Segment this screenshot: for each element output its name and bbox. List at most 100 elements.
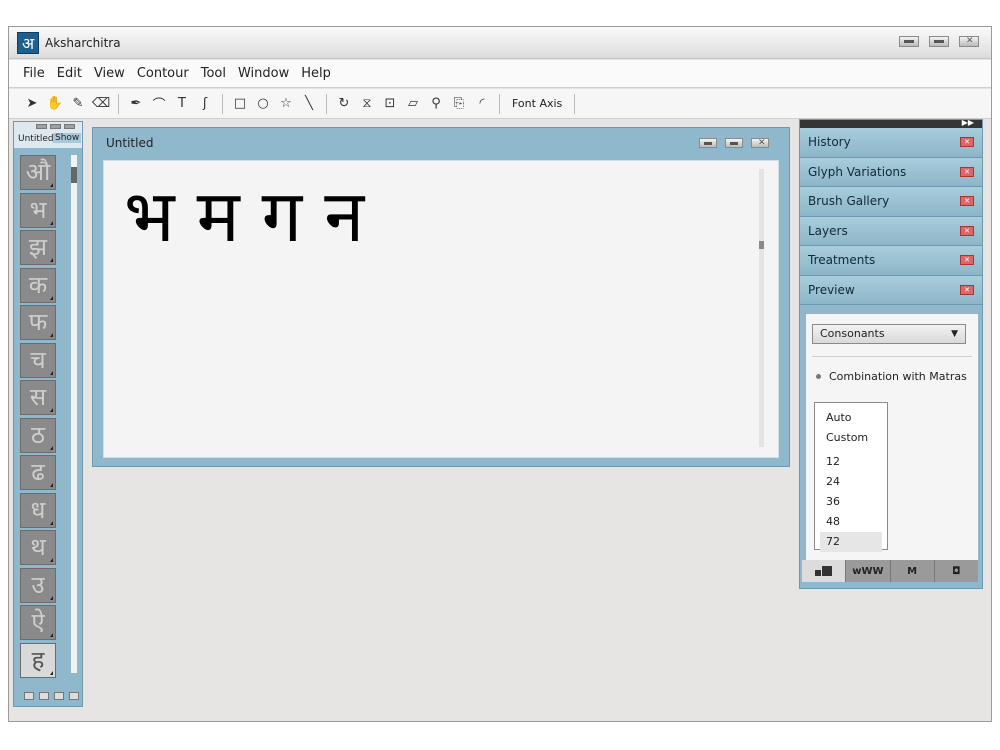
glyph-panel-scrollbar[interactable]	[71, 155, 77, 673]
section-close-button[interactable]: ✕	[960, 225, 974, 236]
block-view-button[interactable]	[802, 560, 846, 582]
glyph-cell[interactable]: ध	[20, 492, 56, 528]
square-view-button[interactable]: ◘	[933, 560, 978, 582]
glyph-cell[interactable]: च	[20, 342, 56, 378]
m-view-button[interactable]: M	[889, 560, 934, 582]
chart-icon[interactable]	[39, 692, 49, 700]
small-size-icon[interactable]	[24, 692, 34, 700]
line-tool-icon[interactable]: ╲	[300, 95, 318, 113]
divider	[812, 356, 972, 357]
preview-mode-bar: wWW M ◘	[802, 560, 978, 582]
hand-tool-icon[interactable]: ✋	[46, 95, 64, 113]
hook-stroke-tool-icon[interactable]: ʃ	[196, 95, 214, 113]
canvas-text[interactable]: भमगन	[124, 161, 386, 271]
glyph-cell-selected[interactable]: ह	[20, 642, 56, 678]
section-preview[interactable]: Preview ✕	[800, 275, 982, 305]
ellipse-tool-icon[interactable]: ○	[254, 95, 272, 113]
size-option[interactable]: 12	[820, 452, 882, 472]
skew-tool-icon[interactable]: ▱	[404, 95, 422, 113]
section-close-button[interactable]: ✕	[960, 166, 974, 177]
maximize-button[interactable]	[929, 36, 949, 47]
menu-contour[interactable]: Contour	[137, 66, 189, 81]
section-close-button[interactable]: ✕	[960, 137, 974, 147]
curve-tool-icon[interactable]: ⌒	[150, 95, 168, 113]
panel-minimize-button[interactable]	[36, 124, 47, 129]
size-option[interactable]: 36	[820, 492, 882, 512]
size-option-custom[interactable]: Custom	[820, 428, 882, 448]
font-axis-button[interactable]: Font Axis	[508, 97, 566, 110]
select-value: Consonants	[820, 327, 885, 340]
menu-edit[interactable]: Edit	[57, 66, 82, 81]
size-option-auto[interactable]: Auto	[820, 408, 882, 428]
menu-window[interactable]: Window	[238, 66, 289, 81]
section-label: Glyph Variations	[808, 164, 907, 179]
menu-view[interactable]: View	[94, 66, 125, 81]
eraser-tool-icon[interactable]: ⌫	[92, 95, 110, 113]
section-close-button[interactable]: ✕	[960, 255, 974, 265]
toolbar: ➤ ✋ ✎ ⌫ ✒ ⌒ T ʃ □ ○ ☆ ╲ ↻ ⧖ ⊡ ▱ ⚲ ⎘ ◜ Fo…	[9, 89, 991, 119]
glyph-cell[interactable]: ढ	[20, 455, 56, 490]
mirror-tool-icon[interactable]: ⧖	[358, 95, 376, 113]
menu-file[interactable]: File	[23, 66, 45, 81]
glyph-cell[interactable]: थ	[20, 530, 56, 565]
section-close-button[interactable]: ✕	[960, 196, 974, 206]
star-tool-icon[interactable]: ☆	[277, 95, 295, 113]
close-icon: ✕	[966, 36, 974, 46]
canvas-scrollbar[interactable]	[759, 169, 764, 447]
glyph-cell[interactable]: ठ	[20, 417, 56, 453]
glyph-cell[interactable]: भ	[20, 192, 56, 228]
corner-tool-icon[interactable]: ◜	[473, 95, 491, 113]
glyph-cell[interactable]: झ	[20, 230, 56, 265]
trash-icon[interactable]	[69, 692, 79, 700]
glyph-cell[interactable]: औ	[20, 155, 56, 190]
size-option[interactable]: 24	[820, 472, 882, 492]
brush-tool-icon[interactable]: ✎	[69, 95, 87, 113]
waterfall-view-button[interactable]: wWW	[845, 560, 890, 582]
doc-close-button[interactable]: ✕	[751, 138, 769, 148]
section-close-button[interactable]: ✕	[960, 284, 974, 295]
glyph-cell[interactable]: फ	[20, 305, 56, 340]
section-history[interactable]: History ✕	[800, 128, 982, 158]
combination-option[interactable]: Combination with Matras	[816, 370, 967, 383]
close-button[interactable]: ✕	[959, 36, 979, 47]
section-label: Layers	[808, 223, 848, 238]
list-icon[interactable]	[54, 692, 64, 700]
menu-tool[interactable]: Tool	[201, 66, 226, 81]
right-panel-top-bar: ▶▶	[800, 118, 982, 128]
size-option[interactable]: 48	[820, 512, 882, 532]
section-glyph-variations[interactable]: Glyph Variations ✕	[800, 157, 982, 187]
rotate-tool-icon[interactable]: ↻	[335, 95, 353, 113]
window-controls: ✕	[899, 36, 979, 47]
size-option-selected[interactable]: 72	[820, 532, 882, 552]
menu-help[interactable]: Help	[301, 66, 331, 81]
t-stroke-tool-icon[interactable]: T	[173, 95, 191, 113]
scrollbar-thumb[interactable]	[71, 167, 77, 183]
tab-show[interactable]: Show	[53, 133, 82, 143]
section-treatments[interactable]: Treatments ✕	[800, 246, 982, 276]
scrollbar-thumb[interactable]	[759, 241, 764, 249]
glyph-cell[interactable]: स	[20, 380, 56, 415]
doc-maximize-button[interactable]	[725, 138, 743, 148]
pen-tool-icon[interactable]: ✒	[127, 95, 145, 113]
zoom-tool-icon[interactable]: ⚲	[427, 95, 445, 113]
glyph-cell[interactable]: ऐ	[20, 605, 56, 640]
section-brush-gallery[interactable]: Brush Gallery ✕	[800, 187, 982, 217]
copy-tool-icon[interactable]: ⎘	[450, 95, 468, 113]
minimize-button[interactable]	[899, 36, 919, 47]
scale-tool-icon[interactable]: ⊡	[381, 95, 399, 113]
menu-bar: File Edit View Contour Tool Window Help	[9, 60, 991, 88]
rectangle-tool-icon[interactable]: □	[231, 95, 249, 113]
glyph-cell[interactable]: क	[20, 267, 56, 303]
section-label: Preview	[808, 282, 855, 297]
section-layers[interactable]: Layers ✕	[800, 216, 982, 246]
select-tool-icon[interactable]: ➤	[23, 95, 41, 113]
panel-close-button[interactable]	[64, 124, 75, 129]
glyph-cell[interactable]: उ	[20, 567, 56, 603]
consonants-select[interactable]: Consonants ▼	[812, 324, 966, 344]
expand-arrows-icon[interactable]: ▶▶	[962, 118, 974, 127]
document-title: Untitled	[106, 136, 154, 150]
panel-maximize-button[interactable]	[50, 124, 61, 129]
doc-minimize-button[interactable]	[699, 138, 717, 148]
tab-untitled[interactable]: Untitled	[18, 134, 54, 144]
document-canvas[interactable]: भमगन	[103, 160, 779, 458]
